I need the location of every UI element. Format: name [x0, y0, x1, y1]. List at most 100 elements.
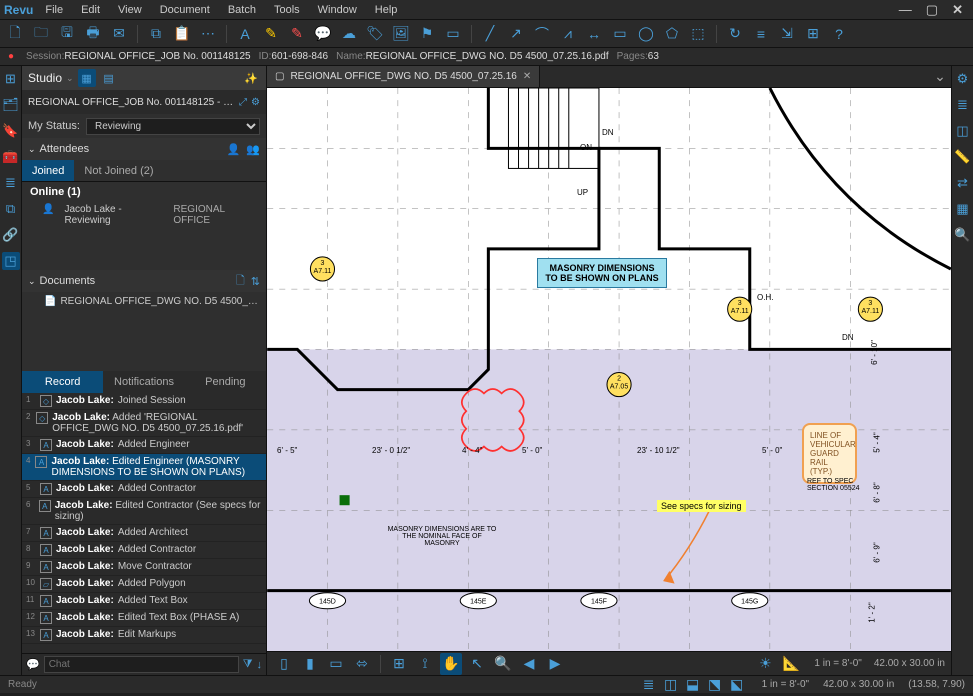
- menu-document[interactable]: Document: [160, 4, 210, 16]
- close-tab-icon[interactable]: ✕: [523, 71, 531, 82]
- specs-annotation[interactable]: See specs for sizing: [657, 500, 746, 512]
- search-icon[interactable]: 🔍: [954, 226, 972, 244]
- sort-icon[interactable]: ⇅: [251, 275, 260, 288]
- status-select[interactable]: Reviewing: [86, 118, 260, 135]
- record-row[interactable]: 12AJacob Lake: Edited Text Box (PHASE A): [22, 610, 266, 627]
- prev-page-icon[interactable]: ◀: [518, 653, 540, 675]
- panel3-icon[interactable]: ⬔: [704, 674, 726, 696]
- select-icon[interactable]: ↖: [466, 653, 488, 675]
- dimension-icon[interactable]: ↔: [583, 23, 605, 45]
- open-icon[interactable]: 🗀: [30, 23, 52, 45]
- tab-dropdown-icon[interactable]: ⌄: [929, 66, 951, 88]
- forms-icon[interactable]: ▦: [954, 200, 972, 218]
- document-item[interactable]: 📄REGIONAL OFFICE_DWG NO. D5 4500_07.2…: [22, 292, 266, 311]
- ellipse-icon[interactable]: ◯: [635, 23, 657, 45]
- settings-icon[interactable]: ⚙: [251, 97, 260, 108]
- continuous-icon[interactable]: ▮: [299, 653, 321, 675]
- toolchest-icon[interactable]: 🧰: [2, 148, 20, 166]
- record-row[interactable]: 5AJacob Lake: Added Contractor: [22, 481, 266, 498]
- zoom-icon[interactable]: 🔍: [492, 653, 514, 675]
- record-row[interactable]: 3AJacob Lake: Added Engineer: [22, 437, 266, 454]
- side-by-side-icon[interactable]: ▭: [325, 653, 347, 675]
- new-icon[interactable]: 🗋: [4, 23, 26, 45]
- next-page-icon[interactable]: ▶: [544, 653, 566, 675]
- file-access-icon[interactable]: 🗂: [2, 96, 20, 114]
- attendee-row[interactable]: 👤 Jacob Lake - Reviewing REGIONAL OFFICE: [22, 202, 266, 230]
- markups-icon[interactable]: ≣: [638, 674, 660, 696]
- help-icon[interactable]: ?: [828, 23, 850, 45]
- stamp-icon[interactable]: 🏷: [364, 23, 386, 45]
- maximize-icon[interactable]: ▢: [926, 2, 938, 18]
- record-row[interactable]: 9AJacob Lake: Move Contractor: [22, 559, 266, 576]
- polyline-icon[interactable]: ⩘: [557, 23, 579, 45]
- highlight-icon[interactable]: ✎: [260, 23, 282, 45]
- single-page-icon[interactable]: ▯: [273, 653, 295, 675]
- sets-icon[interactable]: ⧉: [2, 200, 20, 218]
- projects-view-icon[interactable]: ▤: [100, 69, 118, 87]
- masonry-annotation[interactable]: MASONRY DIMENSIONS TO BE SHOWN ON PLANS: [537, 258, 667, 288]
- record-list[interactable]: 1◇Jacob Lake: Joined Session 2◇Jacob Lak…: [22, 393, 266, 653]
- snap-icon[interactable]: ⊞: [802, 23, 824, 45]
- rotate-icon[interactable]: ↻: [724, 23, 746, 45]
- follow-icon[interactable]: 👤: [227, 143, 241, 156]
- record-row[interactable]: 13AJacob Lake: Edit Markups: [22, 627, 266, 644]
- distribute-icon[interactable]: ⇲: [776, 23, 798, 45]
- panel2-icon[interactable]: ⬓: [682, 674, 704, 696]
- tab-notjoined[interactable]: Not Joined (2): [74, 160, 163, 181]
- text-icon[interactable]: A: [234, 23, 256, 45]
- line-icon[interactable]: ╱: [479, 23, 501, 45]
- document-tab[interactable]: ▢ REGIONAL OFFICE_DWG NO. D5 4500_07.25.…: [267, 66, 540, 87]
- record-row[interactable]: 11AJacob Lake: Added Text Box: [22, 593, 266, 610]
- cloud2-icon[interactable]: ⬚: [687, 23, 709, 45]
- tab-joined[interactable]: Joined: [22, 160, 74, 181]
- wand-icon[interactable]: ✨: [242, 69, 260, 87]
- arc-icon[interactable]: ⌒: [531, 23, 553, 45]
- add-doc-icon[interactable]: 🗋: [236, 272, 245, 291]
- scale-icon[interactable]: 📐: [780, 653, 802, 675]
- arrow-icon[interactable]: ↗: [505, 23, 527, 45]
- gear-icon[interactable]: ⚙: [954, 70, 972, 88]
- properties-icon[interactable]: ≣: [2, 174, 20, 192]
- flag-icon[interactable]: ⚑: [416, 23, 438, 45]
- record-row[interactable]: 6AJacob Lake: Edited Contractor (See spe…: [22, 498, 266, 525]
- pan-icon[interactable]: ✋: [440, 653, 462, 675]
- record-row[interactable]: 1◇Jacob Lake: Joined Session: [22, 393, 266, 410]
- rect-icon[interactable]: ▭: [442, 23, 464, 45]
- compare-icon[interactable]: ⇄: [954, 174, 972, 192]
- cloud-icon[interactable]: ☁: [338, 23, 360, 45]
- paste-icon[interactable]: 📋: [171, 23, 193, 45]
- menu-window[interactable]: Window: [318, 4, 357, 16]
- fit-width-icon[interactable]: ⬄: [351, 653, 373, 675]
- studio-icon[interactable]: ◳: [2, 252, 20, 270]
- minimize-icon[interactable]: —: [899, 2, 912, 18]
- pen-icon[interactable]: ✎: [286, 23, 308, 45]
- alert-icon[interactable]: 👥: [246, 143, 260, 156]
- menu-view[interactable]: View: [118, 4, 142, 16]
- measure-icon[interactable]: 📏: [954, 148, 972, 166]
- save-icon[interactable]: 🖫: [56, 23, 78, 45]
- rect2-icon[interactable]: ▭: [609, 23, 631, 45]
- record-row[interactable]: 4AJacob Lake: Edited Engineer (MASONRY D…: [22, 454, 266, 481]
- links-icon[interactable]: 🔗: [2, 226, 20, 244]
- menu-tools[interactable]: Tools: [274, 4, 300, 16]
- tab-pending[interactable]: Pending: [185, 371, 266, 393]
- record-row[interactable]: 10▱Jacob Lake: Added Polygon: [22, 576, 266, 593]
- tab-record[interactable]: Record: [22, 371, 103, 393]
- sort-icon[interactable]: ↓: [257, 659, 263, 671]
- record-row[interactable]: 8AJacob Lake: Added Contractor: [22, 542, 266, 559]
- email-icon[interactable]: ✉: [108, 23, 130, 45]
- record-row[interactable]: 7AJacob Lake: Added Architect: [22, 525, 266, 542]
- panel-icon[interactable]: ◫: [660, 674, 682, 696]
- thumbnails-icon[interactable]: ⊞: [2, 70, 20, 88]
- close-icon[interactable]: ✕: [952, 2, 963, 18]
- bookmarks-icon[interactable]: 🔖: [2, 122, 20, 140]
- panel4-icon[interactable]: ⬕: [726, 674, 748, 696]
- sessions-view-icon[interactable]: ▦: [78, 69, 96, 87]
- copy-icon[interactable]: ⧉: [145, 23, 167, 45]
- documents-header[interactable]: ⌄ Documents 🗋 ⇅: [22, 270, 266, 292]
- print-icon[interactable]: 🖶: [82, 23, 104, 45]
- polygon-icon[interactable]: ⬠: [661, 23, 683, 45]
- note-icon[interactable]: 💬: [312, 23, 334, 45]
- expand-icon[interactable]: ⤢: [239, 97, 247, 108]
- spaces-icon[interactable]: ◫: [954, 122, 972, 140]
